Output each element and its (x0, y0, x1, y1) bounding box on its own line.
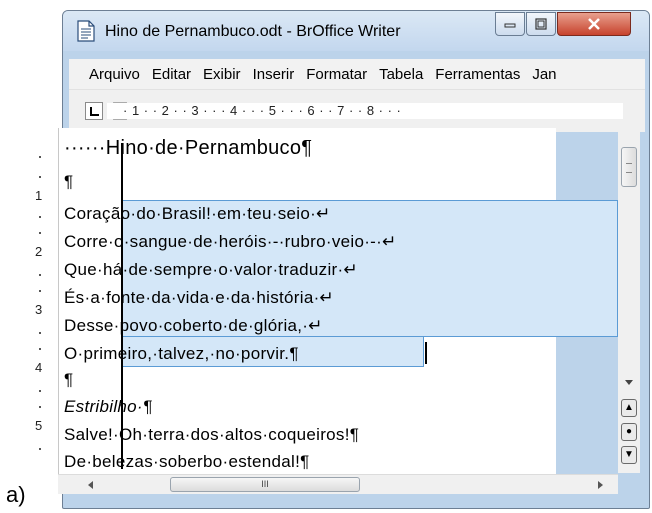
close-icon (588, 18, 600, 30)
menu-inserir[interactable]: Inserir (253, 66, 295, 83)
title-bar[interactable]: Hino de Pernambuco.odt - BrOffice Writer (63, 11, 649, 51)
menu-arquivo[interactable]: Arquivo (89, 66, 140, 83)
menu-ferramentas[interactable]: Ferramentas (435, 66, 520, 83)
vertical-scroll-thumb[interactable] (621, 147, 637, 187)
document-line[interactable]: O·primeiro,·talvez,·no·porvir.¶ (64, 344, 299, 367)
horizontal-scrollbar[interactable]: III (58, 474, 618, 494)
document-line[interactable]: Estribilho·¶ (64, 397, 152, 420)
maximize-icon (535, 18, 547, 30)
next-page-button[interactable]: ▼ (621, 446, 637, 464)
ruler-bar: · 1 · · 2 · · 3 · · · 4 · · · 5 · · · 6 … (69, 89, 645, 132)
scroll-right-arrow-icon[interactable] (598, 481, 603, 489)
document-line[interactable]: Coração·do·Brasil!·em·teu·seio·↵ (64, 204, 331, 227)
menu-bar: Arquivo Editar Exibir Inserir Formatar T… (69, 59, 645, 89)
menu-exibir[interactable]: Exibir (203, 66, 241, 83)
document-title-line[interactable]: ······Hino·de·Pernambuco¶ (64, 137, 312, 160)
ruler-dot (39, 176, 41, 178)
document-line[interactable]: ¶ (64, 370, 73, 393)
menu-editar[interactable]: Editar (152, 66, 191, 83)
menu-janela[interactable]: Jan (532, 66, 556, 83)
document-line[interactable]: De·belezas·soberbo·estendal!¶ (64, 452, 310, 475)
menu-formatar[interactable]: Formatar (306, 66, 367, 83)
vertical-scrollbar[interactable]: ▲ ● ▼ (618, 127, 640, 473)
vertical-ruler-number: 2 (35, 244, 43, 259)
window-title: Hino de Pernambuco.odt - BrOffice Writer (105, 23, 401, 40)
vertical-ruler-number: 5 (35, 418, 43, 433)
horizontal-scroll-thumb[interactable]: III (170, 477, 360, 492)
close-button[interactable] (557, 12, 631, 36)
ruler-dot (39, 274, 41, 276)
scroll-down-arrow-icon[interactable] (625, 380, 633, 385)
ruler-dot (39, 290, 41, 292)
horizontal-ruler[interactable]: · 1 · · 2 · · 3 · · · 4 · · · 5 · · · 6 … (107, 103, 623, 119)
document-line[interactable]: ¶ (64, 172, 73, 195)
text-cursor (425, 342, 427, 364)
vertical-ruler-number: 1 (35, 188, 43, 203)
document-line[interactable]: Corre·o·sangue·de·heróis·-·rubro·veio·-·… (64, 232, 397, 255)
document-line[interactable]: Desse·povo·coberto·de·glória,·↵ (64, 316, 323, 339)
ruler-dot (39, 156, 41, 158)
figure-label: a) (6, 482, 26, 507)
scroll-left-arrow-icon[interactable] (88, 481, 93, 489)
ruler-dot (39, 406, 41, 408)
tab-stop-selector[interactable] (85, 102, 103, 120)
ruler-dot (39, 348, 41, 350)
document-line[interactable]: Salve!·Oh·terra·dos·altos·coqueiros!¶ (64, 425, 359, 448)
navigator-button[interactable]: ● (621, 423, 637, 441)
vertical-ruler-number: 3 (35, 302, 43, 317)
ruler-dot (39, 232, 41, 234)
ruler-dot (39, 216, 41, 218)
ruler-dot (39, 448, 41, 450)
document-line[interactable]: És·a·fonte·da·vida·e·da·história·↵ (64, 288, 334, 311)
menu-tabela[interactable]: Tabela (379, 66, 423, 83)
vertical-ruler-number: 4 (35, 360, 43, 375)
maximize-button[interactable] (526, 12, 556, 36)
previous-page-button[interactable]: ▲ (621, 399, 637, 417)
vertical-ruler[interactable]: 1 2 3 4 5 (30, 128, 50, 473)
minimize-icon (504, 23, 516, 28)
minimize-button[interactable] (495, 12, 525, 36)
document-line[interactable]: Que·há·de·sempre·o·valor·traduzir·↵ (64, 260, 358, 283)
ruler-dot (39, 332, 41, 334)
ruler-dot (39, 390, 41, 392)
writer-document-icon (77, 20, 95, 42)
